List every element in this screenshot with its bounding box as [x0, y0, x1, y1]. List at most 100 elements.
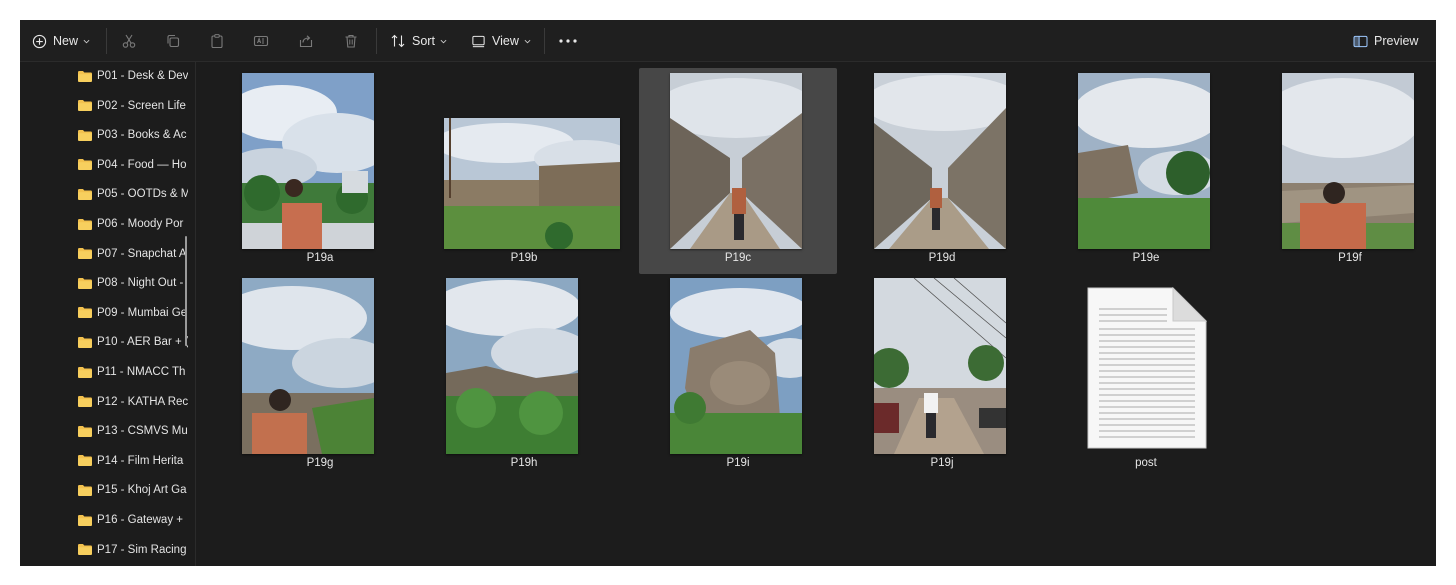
folder-icon — [78, 425, 92, 437]
file-name: P19e — [1132, 252, 1160, 264]
trash-icon — [345, 34, 357, 48]
image-thumbnail — [670, 73, 802, 249]
file-name: P19f — [1338, 252, 1362, 264]
sidebar-item-label: P10 - AER Bar + ( — [97, 336, 188, 349]
share-button[interactable] — [298, 20, 314, 62]
toolbar-divider — [376, 28, 377, 54]
image-thumbnail — [874, 278, 1006, 454]
sidebar-folder-item[interactable]: P06 - Moody Por — [78, 213, 188, 235]
command-bar: New Sort View Preview — [20, 20, 1436, 62]
file-item-p19h[interactable]: P19h — [425, 273, 623, 479]
sidebar-item-label: P16 - Gateway + — [97, 514, 183, 526]
file-item-p19b[interactable]: P19b — [425, 68, 623, 274]
more-options-button[interactable] — [559, 20, 577, 62]
clipboard-icon — [211, 34, 223, 49]
sidebar-folder-item[interactable]: P05 - OOTDs & M — [78, 183, 188, 205]
sidebar-folder-item[interactable]: P14 - Film Herita — [78, 450, 188, 472]
image-thumbnail — [242, 278, 374, 454]
sidebar-item-label: P05 - OOTDs & M — [97, 188, 188, 201]
file-name: P19i — [726, 457, 750, 469]
sort-button[interactable]: Sort — [390, 20, 447, 62]
chevron-down-icon — [440, 39, 447, 43]
cut-button[interactable] — [121, 20, 137, 62]
scissors-icon — [122, 34, 136, 48]
sidebar-folder-item[interactable]: P03 - Books & Ac — [78, 124, 188, 146]
image-thumbnail — [242, 73, 374, 249]
rename-icon — [253, 35, 269, 47]
folder-icon — [78, 100, 92, 112]
folder-icon — [78, 129, 92, 141]
sidebar-folder-item[interactable]: P11 - NMACC Th — [78, 361, 188, 383]
file-item-p19f[interactable]: P19f — [1251, 68, 1436, 274]
rename-button[interactable] — [253, 20, 269, 62]
folder-icon — [78, 307, 92, 319]
paste-button[interactable] — [209, 20, 225, 62]
sidebar-folder-item[interactable]: P09 - Mumbai Ge — [78, 302, 188, 324]
copy-button[interactable] — [165, 20, 181, 62]
text-document-icon — [1087, 286, 1208, 449]
sidebar-folder-item[interactable]: P12 - KATHA Rec — [78, 391, 188, 413]
sidebar-folder-item[interactable]: P10 - AER Bar + ( — [78, 331, 188, 353]
copy-icon — [167, 34, 180, 48]
folder-icon — [78, 366, 92, 378]
sort-arrows-icon — [391, 34, 405, 48]
preview-pane-button[interactable]: Preview — [1353, 20, 1418, 62]
view-button[interactable]: View — [471, 20, 531, 62]
folder-icon — [78, 248, 92, 260]
folder-icon — [78, 70, 92, 82]
sort-label: Sort — [412, 34, 435, 48]
sidebar-folder-item[interactable]: P16 - Gateway + — [78, 509, 188, 531]
sidebar-item-label: P09 - Mumbai Ge — [97, 306, 188, 319]
sidebar-item-label: P02 - Screen Life — [97, 99, 186, 112]
folder-icon — [78, 336, 92, 348]
sidebar-item-label: P07 - Snapchat A — [97, 247, 187, 260]
file-name: P19h — [510, 457, 538, 469]
folder-icon — [78, 188, 92, 200]
sidebar-scrollbar[interactable] — [185, 236, 187, 346]
sidebar-folder-item[interactable]: P02 - Screen Life — [78, 95, 188, 117]
image-thumbnail — [444, 118, 620, 249]
file-item-p19a[interactable]: P19a — [221, 68, 419, 274]
file-item-p19c[interactable]: P19c — [639, 68, 837, 274]
folder-icon — [78, 484, 92, 496]
image-thumbnail — [1282, 73, 1414, 249]
file-item-post[interactable]: post — [1047, 273, 1245, 479]
file-name: P19g — [306, 457, 334, 469]
folder-icon — [78, 277, 92, 289]
sidebar-folder-item[interactable]: P08 - Night Out - — [78, 272, 188, 294]
folder-icon — [78, 455, 92, 467]
share-icon — [299, 35, 313, 48]
file-item-p19e[interactable]: P19e — [1047, 68, 1245, 274]
file-item-p19g[interactable]: P19g — [221, 273, 419, 479]
preview-label: Preview — [1374, 34, 1419, 48]
file-item-p19d[interactable]: P19d — [843, 68, 1041, 274]
sidebar-folder-item[interactable]: P17 - Sim Racing — [78, 539, 188, 561]
file-name: P19c — [724, 252, 752, 264]
sidebar-folder-item[interactable]: P01 - Desk & Dev — [78, 65, 188, 87]
delete-button[interactable] — [343, 20, 359, 62]
folder-icon — [78, 218, 92, 230]
chevron-down-icon — [524, 39, 531, 43]
sidebar-item-label: P06 - Moody Por — [97, 218, 184, 230]
sidebar-folder-item[interactable]: P07 - Snapchat A — [78, 243, 188, 265]
image-thumbnail — [874, 73, 1006, 249]
image-thumbnail — [670, 278, 802, 454]
file-name: P19b — [510, 252, 538, 264]
file-item-p19i[interactable]: P19i — [639, 273, 837, 479]
sidebar-folder-item[interactable]: P04 - Food — Ho — [78, 154, 188, 176]
file-name: post — [1135, 457, 1157, 469]
toolbar-divider — [544, 28, 545, 54]
more-dots-icon — [559, 39, 577, 43]
new-button[interactable]: New — [32, 20, 90, 62]
sidebar-item-label: P15 - Khoj Art Ga — [97, 484, 187, 497]
sidebar-folder-item[interactable]: P15 - Khoj Art Ga — [78, 479, 188, 501]
view-label: View — [492, 34, 519, 48]
file-item-p19j[interactable]: P19j — [843, 273, 1041, 479]
sidebar-item-label: P08 - Night Out - — [97, 277, 184, 290]
sidebar-item-label: P13 - CSMVS Mu — [97, 425, 188, 438]
navigation-pane: P01 - Desk & Dev P02 - Screen Life P03 - B… — [20, 62, 196, 566]
sidebar-item-label: P17 - Sim Racing — [97, 543, 187, 556]
sidebar-folder-item[interactable]: P13 - CSMVS Mu — [78, 420, 188, 442]
folder-icon — [78, 514, 92, 526]
sidebar-item-label: P01 - Desk & Dev — [97, 70, 188, 82]
